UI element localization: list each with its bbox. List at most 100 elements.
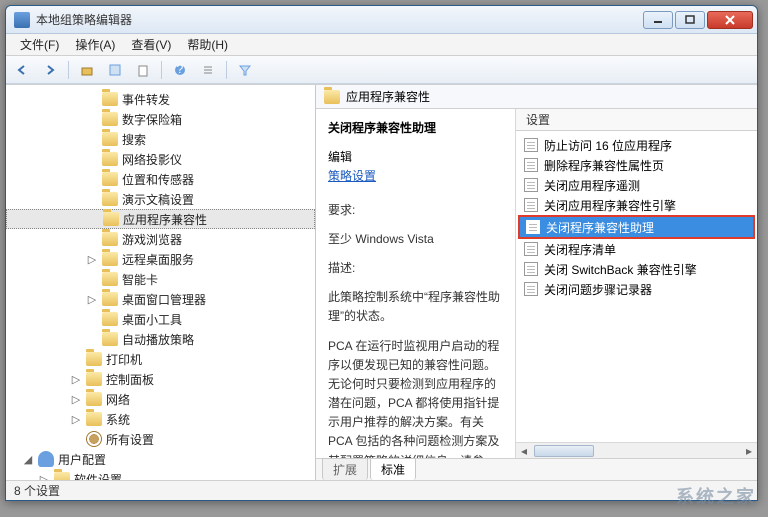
tree-pane[interactable]: 事件转发数字保险箱搜索网络投影仪位置和传感器演示文稿设置应用程序兼容性游戏浏览器… xyxy=(6,85,316,480)
tree-expander-icon[interactable]: ▷ xyxy=(38,473,50,481)
tree-expander-icon[interactable]: ▷ xyxy=(70,393,82,406)
list-item[interactable]: 删除程序兼容性属性页 xyxy=(518,155,755,175)
tree-item[interactable]: 应用程序兼容性 xyxy=(6,209,315,229)
tree-item[interactable]: 事件转发 xyxy=(6,89,315,109)
menu-view[interactable]: 查看(V) xyxy=(123,34,179,55)
help-button[interactable]: ? xyxy=(168,59,192,81)
tree-item[interactable]: 搜索 xyxy=(6,129,315,149)
description-text-1: 此策略控制系统中“程序兼容性助理”的状态。 xyxy=(328,288,503,326)
policy-icon xyxy=(526,220,540,234)
filter-button[interactable] xyxy=(233,59,257,81)
folder-icon xyxy=(102,272,118,286)
folder-icon xyxy=(102,232,118,246)
list-item[interactable]: 防止访问 16 位应用程序 xyxy=(518,135,755,155)
list-item[interactable]: 关闭程序清单 xyxy=(518,239,755,259)
forward-button[interactable] xyxy=(38,59,62,81)
tree-item[interactable]: 演示文稿设置 xyxy=(6,189,315,209)
maximize-button[interactable] xyxy=(675,11,705,29)
tree-item[interactable]: ▷ 系统 xyxy=(6,409,315,429)
tree-expander-icon[interactable]: ▷ xyxy=(70,413,82,426)
tree-item-label: 游戏浏览器 xyxy=(122,231,182,248)
requirements-label: 要求: xyxy=(328,201,503,220)
window-title: 本地组策略编辑器 xyxy=(36,11,641,28)
tree-item[interactable]: 所有设置 xyxy=(6,429,315,449)
policy-icon xyxy=(524,178,538,192)
folder-icon xyxy=(102,192,118,206)
toolbar-separator xyxy=(226,61,227,79)
app-icon xyxy=(14,12,30,28)
list-item[interactable]: 关闭应用程序兼容性引擎 xyxy=(518,195,755,215)
tab-standard[interactable]: 标准 xyxy=(370,458,416,480)
tree-item-label: 远程桌面服务 xyxy=(122,251,194,268)
window-buttons xyxy=(641,11,753,29)
details-pane: 应用程序兼容性 关闭程序兼容性助理 编辑 策略设置 要求: 至少 Windows… xyxy=(316,85,757,480)
titlebar[interactable]: 本地组策略编辑器 xyxy=(6,6,757,34)
scroll-left-arrow[interactable]: ◂ xyxy=(516,444,532,458)
close-button[interactable] xyxy=(707,11,753,29)
description-text-2: PCA 在运行时监视用户启动的程序以便发现已知的兼容性问题。无论何时只要检测到应… xyxy=(328,337,503,459)
list-item-label: 关闭应用程序兼容性引擎 xyxy=(544,197,676,214)
svg-text:?: ? xyxy=(177,63,184,76)
tree-item[interactable]: 游戏浏览器 xyxy=(6,229,315,249)
tree-expander-icon[interactable]: ▷ xyxy=(86,253,98,266)
menubar: 文件(F) 操作(A) 查看(V) 帮助(H) xyxy=(6,34,757,56)
tree-item[interactable]: ▷ 桌面窗口管理器 xyxy=(6,289,315,309)
status-text: 8 个设置 xyxy=(14,482,60,499)
list-item-label: 关闭程序兼容性助理 xyxy=(546,219,654,236)
tab-extended[interactable]: 扩展 xyxy=(322,458,368,480)
scroll-right-arrow[interactable]: ▸ xyxy=(741,444,757,458)
description-column: 关闭程序兼容性助理 编辑 策略设置 要求: 至少 Windows Vista 描… xyxy=(316,109,516,458)
tree-item[interactable]: 打印机 xyxy=(6,349,315,369)
tree-item[interactable]: 自动播放策略 xyxy=(6,329,315,349)
folder-icon xyxy=(102,112,118,126)
tree-item-label: 桌面窗口管理器 xyxy=(122,291,206,308)
gear-icon xyxy=(86,431,102,447)
list-item[interactable]: 关闭程序兼容性助理 xyxy=(520,217,753,237)
tree-item[interactable]: ▷ 软件设置 xyxy=(6,469,315,480)
list-item[interactable]: 关闭应用程序遥测 xyxy=(518,175,755,195)
tree-expander-icon[interactable]: ▷ xyxy=(70,373,82,386)
menu-file[interactable]: 文件(F) xyxy=(12,34,67,55)
folder-up-button[interactable] xyxy=(75,59,99,81)
list-item-label: 删除程序兼容性属性页 xyxy=(544,157,664,174)
list-item-label: 关闭问题步骤记录器 xyxy=(544,281,652,298)
folder-icon xyxy=(102,252,118,266)
tree-item-label: 软件设置 xyxy=(74,471,122,481)
list-button[interactable] xyxy=(196,59,220,81)
tree-item[interactable]: ▷ 网络 xyxy=(6,389,315,409)
back-button[interactable] xyxy=(10,59,34,81)
tree-item-label: 系统 xyxy=(106,411,130,428)
description-label: 描述: xyxy=(328,259,503,278)
properties-button[interactable] xyxy=(103,59,127,81)
export-button[interactable] xyxy=(131,59,155,81)
horizontal-scrollbar[interactable]: ◂ ▸ xyxy=(516,442,757,458)
tree-item[interactable]: 桌面小工具 xyxy=(6,309,315,329)
folder-icon xyxy=(54,472,70,480)
tree-item[interactable]: 数字保险箱 xyxy=(6,109,315,129)
tree-item[interactable]: 位置和传感器 xyxy=(6,169,315,189)
tree-item-label: 网络 xyxy=(106,391,130,408)
tree-item[interactable]: 网络投影仪 xyxy=(6,149,315,169)
folder-icon xyxy=(102,152,118,166)
folder-icon xyxy=(102,292,118,306)
tree-item-label: 网络投影仪 xyxy=(122,151,182,168)
settings-list[interactable]: 防止访问 16 位应用程序删除程序兼容性属性页关闭应用程序遥测关闭应用程序兼容性… xyxy=(516,131,757,442)
tree-item[interactable]: ▷ 控制面板 xyxy=(6,369,315,389)
folder-icon xyxy=(86,392,102,406)
folder-icon xyxy=(102,332,118,346)
tree-item-label: 控制面板 xyxy=(106,371,154,388)
minimize-button[interactable] xyxy=(643,11,673,29)
highlight-box: 关闭程序兼容性助理 xyxy=(518,215,755,239)
tree-item[interactable]: ◢用户配置 xyxy=(6,449,315,469)
tree-expander-icon[interactable]: ◢ xyxy=(22,453,34,466)
menu-help[interactable]: 帮助(H) xyxy=(179,34,236,55)
list-item[interactable]: 关闭 SwitchBack 兼容性引擎 xyxy=(518,259,755,279)
column-header-settings[interactable]: 设置 xyxy=(516,109,757,131)
tree-item[interactable]: 智能卡 xyxy=(6,269,315,289)
tree-expander-icon[interactable]: ▷ xyxy=(86,293,98,306)
list-item[interactable]: 关闭问题步骤记录器 xyxy=(518,279,755,299)
edit-policy-link[interactable]: 策略设置 xyxy=(328,167,503,186)
tree-item[interactable]: ▷ 远程桌面服务 xyxy=(6,249,315,269)
menu-action[interactable]: 操作(A) xyxy=(67,34,123,55)
scroll-thumb[interactable] xyxy=(534,445,594,457)
